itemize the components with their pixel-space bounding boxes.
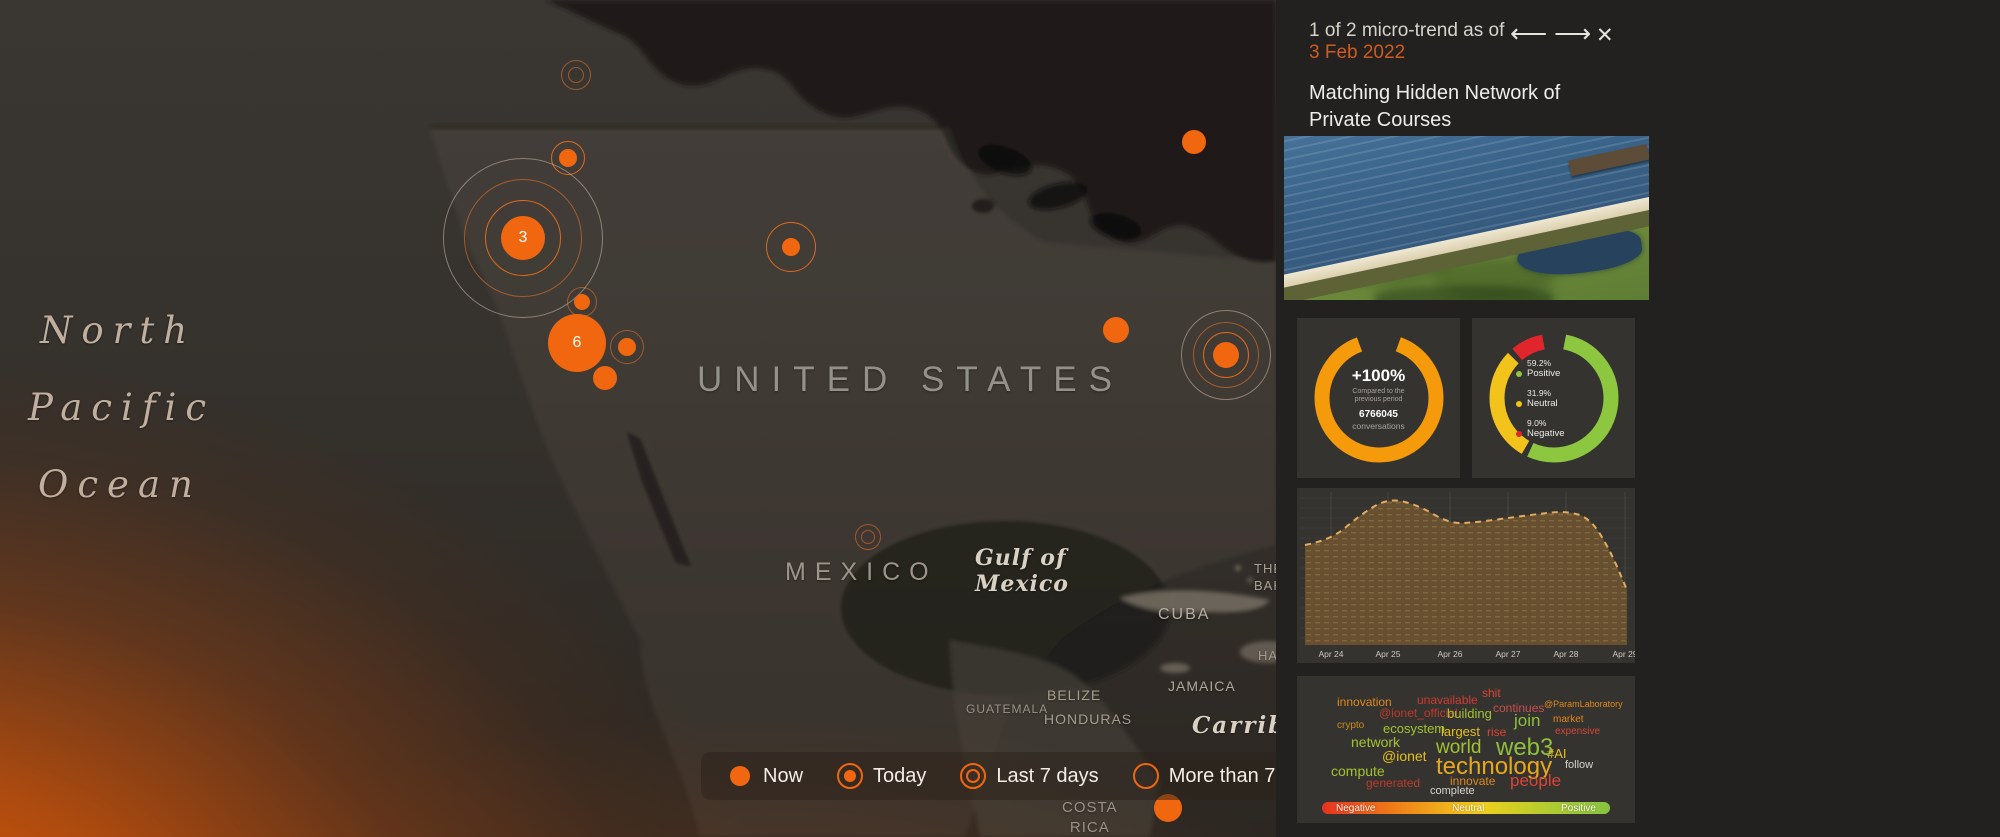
- volume-donut-card: +100% Compared to the previous period 67…: [1297, 318, 1460, 478]
- wordcloud-card: Negative Neutral Positive innovationunav…: [1297, 676, 1635, 823]
- label-mexico: MEXICO: [785, 558, 938, 587]
- legend-label: Now: [763, 765, 803, 788]
- marker-dot: [618, 338, 636, 356]
- now-dot-icon: [727, 763, 753, 789]
- label-gulf-of-mexico: Gulf ofMexico: [975, 545, 1069, 597]
- cloud-word: shit: [1482, 687, 1501, 699]
- label-costa-rica: COSTARICA: [1062, 798, 1118, 837]
- legend-label: Today: [873, 765, 926, 788]
- label-north-pacific-ocean: North Pacific Ocean: [40, 292, 215, 523]
- cloud-word: join: [1514, 712, 1540, 729]
- cloud-word: unavailable: [1417, 694, 1478, 706]
- label-cuba: CUBA: [1158, 606, 1210, 624]
- cloud-word: expensive: [1555, 727, 1600, 737]
- x-tick-label: Apr 26: [1437, 649, 1462, 659]
- ring-icon: [1133, 763, 1159, 789]
- legend-item-today: Today: [837, 763, 926, 789]
- sentiment-scale-bar: Negative Neutral Positive: [1322, 802, 1610, 814]
- x-tick-label: Apr 29: [1612, 649, 1635, 659]
- label-belize: BELIZE: [1047, 687, 1101, 703]
- cloud-word: crypto: [1337, 721, 1364, 731]
- trend-title: Matching Hidden Network of Private Cours…: [1309, 80, 1619, 134]
- previous-trend-button[interactable]: ⟵: [1510, 20, 1547, 46]
- sentiment-donut-card: 59.2%Positive 31.9%Neutral 9.0%Negative: [1472, 318, 1635, 478]
- marker-dot: 3: [501, 216, 545, 260]
- scale-neutral-label: Neutral: [1452, 803, 1484, 814]
- x-tick-label: Apr 28: [1553, 649, 1578, 659]
- x-tick-label: Apr 25: [1375, 649, 1400, 659]
- cloud-word: @ionet: [1382, 749, 1427, 763]
- legend-item-now: Now: [727, 763, 803, 789]
- cloud-word: market: [1553, 715, 1584, 725]
- marker-dot: [782, 238, 800, 256]
- marker-dot: [593, 366, 617, 390]
- legend-label: Last 7 days: [996, 765, 1098, 788]
- double-ring-icon: [960, 763, 986, 789]
- marker-dot: [574, 294, 590, 310]
- trend-detail-panel: 1 of 2 micro-trend as of 3 Feb 2022 ⟵ ⟶ …: [1276, 0, 2000, 837]
- sentiment-donut-chart: [1481, 325, 1627, 471]
- today-dot-ring-icon: [837, 763, 863, 789]
- pagination-text: 1 of 2 micro-trend as of: [1309, 20, 1504, 42]
- scale-positive-label: Positive: [1561, 803, 1596, 814]
- close-panel-button[interactable]: ✕: [1596, 23, 1614, 49]
- x-tick-label: Apr 24: [1318, 649, 1343, 659]
- volume-trend-card: Apr 24 Apr 25 Apr 26 Apr 27 Apr 28 Apr 29: [1297, 488, 1635, 663]
- label-united-states: UNITED STATES: [697, 360, 1124, 400]
- x-tick-label: Apr 27: [1495, 649, 1520, 659]
- label-jamaica: JAMAICA: [1168, 678, 1236, 694]
- area-chart: Apr 24 Apr 25 Apr 26 Apr 27 Apr 28 Apr 29: [1297, 488, 1635, 663]
- trend-photo-golf-course: [1284, 136, 1649, 300]
- map-time-legend: Now Today Last 7 days More than 7 days a…: [701, 752, 1301, 800]
- marker-dot: 6: [548, 314, 606, 372]
- trend-date: 3 Feb 2022: [1309, 42, 1405, 64]
- label-guatemala: GUATEMALA: [966, 702, 1048, 716]
- scale-negative-label: Negative: [1336, 803, 1375, 814]
- marker-dot: [1103, 317, 1129, 343]
- legend-item-last-7-days: Last 7 days: [960, 763, 1098, 789]
- marker-dot: [1182, 130, 1206, 154]
- label-honduras: HONDURAS: [1044, 711, 1132, 727]
- marker-dot: [559, 149, 577, 167]
- cloud-word: building: [1447, 707, 1492, 720]
- marker-dot: [1213, 342, 1239, 368]
- volume-donut-chart: [1306, 325, 1452, 471]
- cloud-word: @ParamLaboratory: [1544, 700, 1623, 709]
- cloud-word: generated: [1366, 777, 1420, 789]
- cloud-word: complete: [1430, 786, 1475, 797]
- cloud-word: people: [1510, 772, 1561, 789]
- marker-ring: [855, 524, 881, 550]
- next-trend-button[interactable]: ⟶: [1554, 20, 1591, 46]
- cloud-word: follow: [1565, 760, 1593, 771]
- cloud-word: network: [1351, 735, 1400, 749]
- cloud-word: @ionet_official: [1379, 707, 1458, 719]
- marker-ring: [561, 60, 591, 90]
- app-root: North Pacific Ocean UNITED STATES MEXICO…: [0, 0, 2000, 837]
